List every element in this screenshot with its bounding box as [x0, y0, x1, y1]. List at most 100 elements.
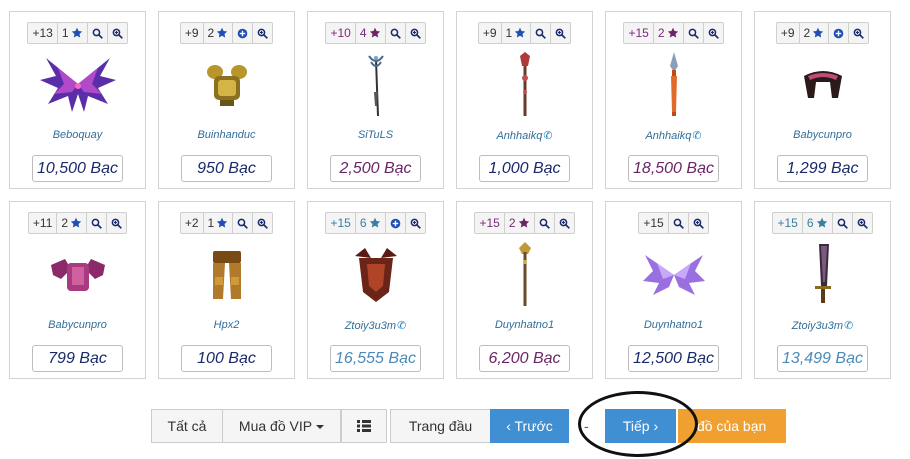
- seller-name[interactable]: Babycunpro: [10, 319, 145, 331]
- search-button[interactable]: [531, 22, 552, 44]
- item-image[interactable]: [10, 52, 145, 118]
- item-card[interactable]: +15 6 Ztoiy3u3m✆ 16,555 Bạc: [307, 201, 444, 379]
- item-image[interactable]: [10, 242, 145, 308]
- item-image[interactable]: [606, 242, 741, 308]
- zoom-button[interactable]: [253, 212, 274, 234]
- search-button[interactable]: [534, 212, 555, 234]
- search-button[interactable]: [668, 212, 689, 234]
- item-card[interactable]: +2 1 Hpx2 100 Bạc: [158, 201, 295, 379]
- seller-name[interactable]: Ztoiy3u3m✆: [755, 319, 890, 332]
- zoom-button[interactable]: [253, 22, 274, 44]
- zoom-button[interactable]: [107, 212, 128, 234]
- zoom-button[interactable]: [554, 212, 575, 234]
- list-view-button[interactable]: [341, 409, 387, 443]
- price-button[interactable]: 1,299 Bạc: [777, 155, 868, 182]
- search-button[interactable]: [832, 212, 853, 234]
- price-button[interactable]: 18,500 Bạc: [628, 155, 719, 182]
- star-count-badge: 2: [504, 212, 535, 234]
- zoom-button[interactable]: [703, 22, 724, 44]
- zoom-button[interactable]: [688, 212, 709, 234]
- zoom-button[interactable]: [405, 22, 426, 44]
- zoom-in-icon: [708, 28, 719, 39]
- seller-name[interactable]: Anhhaikq✆: [606, 129, 741, 142]
- price-button[interactable]: 6,200 Bạc: [479, 345, 570, 372]
- first-page-button[interactable]: Trang đầu: [390, 409, 491, 443]
- search-button[interactable]: [233, 212, 254, 234]
- seller-name[interactable]: SiTuLS: [308, 129, 443, 141]
- zoom-button[interactable]: [107, 22, 128, 44]
- item-card[interactable]: +11 2 Babycunpro 799 Bạc: [9, 201, 146, 379]
- seller-label: Duynhatno1: [643, 319, 704, 331]
- item-image[interactable]: [755, 242, 890, 308]
- seller-name[interactable]: Babycunpro: [755, 129, 890, 141]
- item-image[interactable]: [606, 52, 741, 118]
- price-button[interactable]: 1,000 Bạc: [479, 155, 570, 182]
- phone-icon: ✆: [844, 320, 854, 332]
- item-image[interactable]: [457, 52, 592, 118]
- seller-label: Beboquay: [52, 129, 103, 141]
- zoom-button[interactable]: [849, 22, 870, 44]
- search-icon: [390, 28, 401, 39]
- item-card[interactable]: +15 6 Ztoiy3u3m✆ 13,499 Bạc: [754, 201, 891, 379]
- price-button[interactable]: 12,500 Bạc: [628, 345, 719, 372]
- star-count: 2: [207, 26, 215, 40]
- item-image[interactable]: [308, 52, 443, 118]
- item-image[interactable]: [457, 242, 592, 308]
- item-image[interactable]: [308, 242, 443, 308]
- seller-name[interactable]: Duynhatno1: [606, 319, 741, 331]
- item-badges: +13 1: [10, 22, 145, 44]
- item-image[interactable]: [159, 52, 294, 118]
- add-button[interactable]: [385, 212, 406, 234]
- seller-name[interactable]: Hpx2: [159, 319, 294, 331]
- zoom-button[interactable]: [405, 212, 426, 234]
- upgrade-level-badge: +13: [27, 22, 58, 44]
- seller-name[interactable]: Ztoiy3u3m✆: [308, 319, 443, 332]
- zoom-button[interactable]: [551, 22, 572, 44]
- annotation-circle: [578, 391, 698, 457]
- search-button[interactable]: [385, 22, 406, 44]
- list-icon: [357, 420, 371, 432]
- add-icon: [237, 28, 248, 38]
- item-badges: +2 1: [159, 212, 294, 234]
- prev-page-button[interactable]: ‹ Trước: [490, 409, 569, 443]
- item-badges: +15 2: [606, 22, 741, 44]
- item-card[interactable]: +15 Duynhatno1 12,500 Bạc: [605, 201, 742, 379]
- seller-name[interactable]: Buinhanduc: [159, 129, 294, 141]
- item-card[interactable]: +9 1 Anhhaikq✆ 1,000 Bạc: [456, 11, 593, 189]
- price-button[interactable]: 13,499 Bạc: [777, 345, 868, 372]
- price-button[interactable]: 950 Bạc: [181, 155, 272, 182]
- seller-name[interactable]: Beboquay: [10, 129, 145, 141]
- item-card[interactable]: +15 2 Duynhatno1 6,200 Bạc: [456, 201, 593, 379]
- upgrade-level-badge: +9: [179, 22, 204, 44]
- item-card[interactable]: +9 2 Buinhanduc 950 Bạc: [158, 11, 295, 189]
- item-card[interactable]: +15 2 Anhhaikq✆ 18,500 Bạc: [605, 11, 742, 189]
- seller-label: Anhhaikq: [645, 130, 692, 142]
- item-image[interactable]: [755, 52, 890, 118]
- price-button[interactable]: 2,500 Bạc: [330, 155, 421, 182]
- price-button[interactable]: 10,500 Bạc: [32, 155, 123, 182]
- search-button[interactable]: [87, 212, 108, 234]
- add-button[interactable]: [829, 22, 850, 44]
- price-button[interactable]: 16,555 Bạc: [330, 345, 421, 372]
- item-badges: +15 6: [308, 212, 443, 234]
- star-count-badge: 2: [57, 212, 88, 234]
- seller-label: Hpx2: [213, 319, 240, 331]
- zoom-button[interactable]: [852, 212, 873, 234]
- item-card[interactable]: +9 2 Babycunpro 1,299 Bạc: [754, 11, 891, 189]
- item-card[interactable]: +13 1 Beboquay 10,500 Bạc: [9, 11, 146, 189]
- add-button[interactable]: [233, 22, 254, 44]
- price-button[interactable]: 799 Bạc: [32, 345, 123, 372]
- upgrade-level-badge: +15: [772, 212, 803, 234]
- search-button[interactable]: [87, 22, 108, 44]
- star-count: 1: [61, 26, 69, 40]
- upgrade-level-badge: +15: [325, 212, 356, 234]
- all-items-button[interactable]: Tất cả: [151, 409, 223, 443]
- search-button[interactable]: [683, 22, 704, 44]
- vip-items-dropdown[interactable]: Mua đồ VIP: [222, 409, 341, 443]
- item-badges: +9 2: [755, 22, 890, 44]
- seller-name[interactable]: Duynhatno1: [457, 319, 592, 331]
- item-image[interactable]: [159, 242, 294, 308]
- item-card[interactable]: +10 4 SiTuLS 2,500 Bạc: [307, 11, 444, 189]
- seller-name[interactable]: Anhhaikq✆: [457, 129, 592, 142]
- price-button[interactable]: 100 Bạc: [181, 345, 272, 372]
